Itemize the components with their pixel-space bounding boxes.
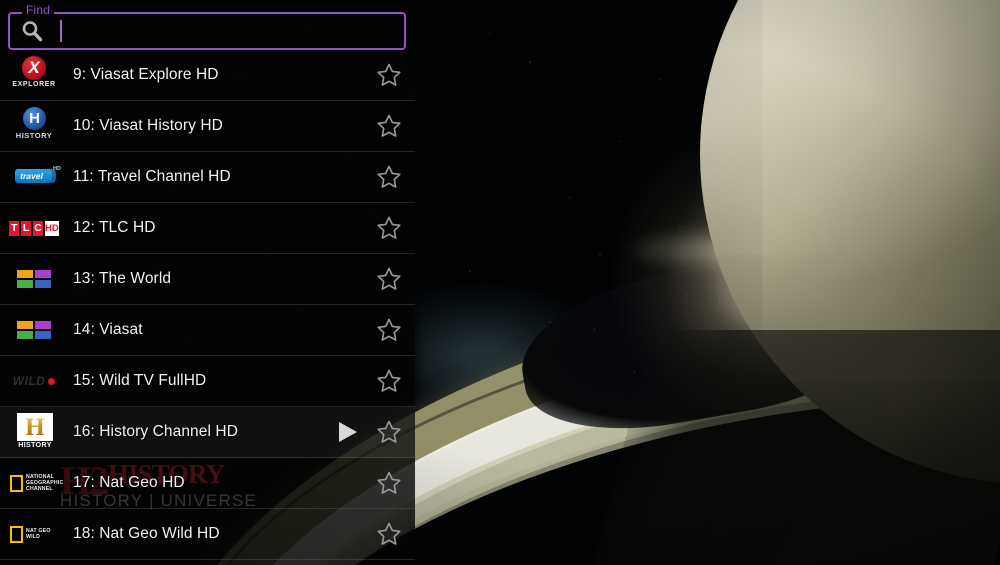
channel-title: 16: History Channel HD (73, 423, 333, 441)
channel-logo-viasat (8, 311, 60, 349)
channel-row-10[interactable]: H HISTORY 10: Viasat History HD (0, 101, 415, 152)
channel-logo-viasat-explore: X EXPLORER (8, 56, 60, 94)
channel-logo-nat-geo: NATIONAL GEOGRAPHIC CHANNEL (8, 464, 60, 502)
channel-list[interactable]: X EXPLORER 9: Viasat Explore HD H (0, 50, 415, 565)
natgeo-yellow-rect (10, 475, 23, 492)
favorite-star-icon[interactable] (371, 108, 407, 144)
search-input[interactable] (54, 14, 402, 48)
channel-row-13[interactable]: 13: The World (0, 254, 415, 305)
channel-list-panel: Find H2 HISTORY HISTORY | UNIVERSE (0, 0, 415, 565)
favorite-star-icon[interactable] (371, 261, 407, 297)
play-icon[interactable] (333, 417, 363, 447)
history-bar-text: HISTORY (17, 441, 53, 451)
explorer-caption: EXPLORER (9, 81, 59, 88)
channel-logo-travel-channel: travel HD (8, 158, 60, 196)
channel-row-16[interactable]: H HISTORY 16: History Channel HD (0, 407, 415, 458)
wild-tv-dot (48, 378, 55, 385)
search-field[interactable]: Find (8, 12, 406, 50)
channel-title: 17: Nat Geo HD (73, 474, 333, 492)
channel-logo-nat-geo-wild: NAT GEO WILD (8, 515, 60, 553)
channel-title: 18: Nat Geo Wild HD (73, 525, 333, 543)
channel-logo-history-channel: H HISTORY (8, 413, 60, 451)
channel-row-14[interactable]: 14: Viasat (0, 305, 415, 356)
viasat-history-caption: HISTORY (9, 131, 59, 140)
channel-title: 13: The World (73, 270, 333, 288)
natgeo-wild-line-2: WILD (26, 534, 51, 540)
search-icon (20, 19, 44, 43)
channel-title: 12: TLC HD (73, 219, 333, 237)
channel-title: 11: Travel Channel HD (73, 168, 333, 186)
favorite-star-icon[interactable] (371, 159, 407, 195)
favorite-star-icon[interactable] (371, 210, 407, 246)
favorite-star-icon[interactable] (371, 465, 407, 501)
travel-pill-text: travel (15, 169, 48, 183)
search-field-label: Find (22, 4, 54, 16)
channel-row-17[interactable]: NATIONAL GEOGRAPHIC CHANNEL 17: Nat Geo … (0, 458, 415, 509)
tlc-c: C (33, 221, 43, 236)
tlc-t: T (9, 221, 19, 236)
channel-logo-the-world (8, 260, 60, 298)
channel-title: 9: Viasat Explore HD (73, 66, 333, 84)
channel-logo-wild-tv: WILD (8, 362, 60, 400)
channel-row-9[interactable]: X EXPLORER 9: Viasat Explore HD (0, 50, 415, 101)
viasat-history-h-glyph: H (23, 107, 46, 130)
favorite-star-icon[interactable] (371, 312, 407, 348)
channel-title: 15: Wild TV FullHD (73, 372, 333, 390)
text-cursor (60, 20, 62, 42)
tlc-l: L (21, 221, 31, 236)
favorite-star-icon[interactable] (371, 516, 407, 552)
favorite-star-icon[interactable] (371, 57, 407, 93)
channel-title: 14: Viasat (73, 321, 333, 339)
tlc-hd: HD (45, 221, 59, 236)
favorite-star-icon[interactable] (371, 363, 407, 399)
tv-guide-screen: Find H2 HISTORY HISTORY | UNIVERSE (0, 0, 1000, 565)
channel-row-11[interactable]: travel HD 11: Travel Channel HD (0, 152, 415, 203)
channel-logo-viasat-history: H HISTORY (8, 107, 60, 145)
wild-tv-text: WILD (13, 374, 46, 388)
channel-row-15[interactable]: WILD 15: Wild TV FullHD (0, 356, 415, 407)
natgeo-wild-yellow-rect (10, 526, 23, 543)
channel-title: 10: Viasat History HD (73, 117, 333, 135)
natgeo-line-3: CHANNEL (26, 486, 63, 492)
travel-hd-text: HD (53, 166, 61, 172)
history-h-glyph: H (17, 414, 53, 442)
explorer-x-glyph: X (22, 56, 46, 80)
favorite-star-icon[interactable] (371, 414, 407, 450)
channel-row-18[interactable]: NAT GEO WILD 18: Nat Geo Wild HD (0, 509, 415, 560)
channel-row-12[interactable]: T L C HD 12: TLC HD (0, 203, 415, 254)
channel-logo-tlc-hd: T L C HD (8, 209, 60, 247)
